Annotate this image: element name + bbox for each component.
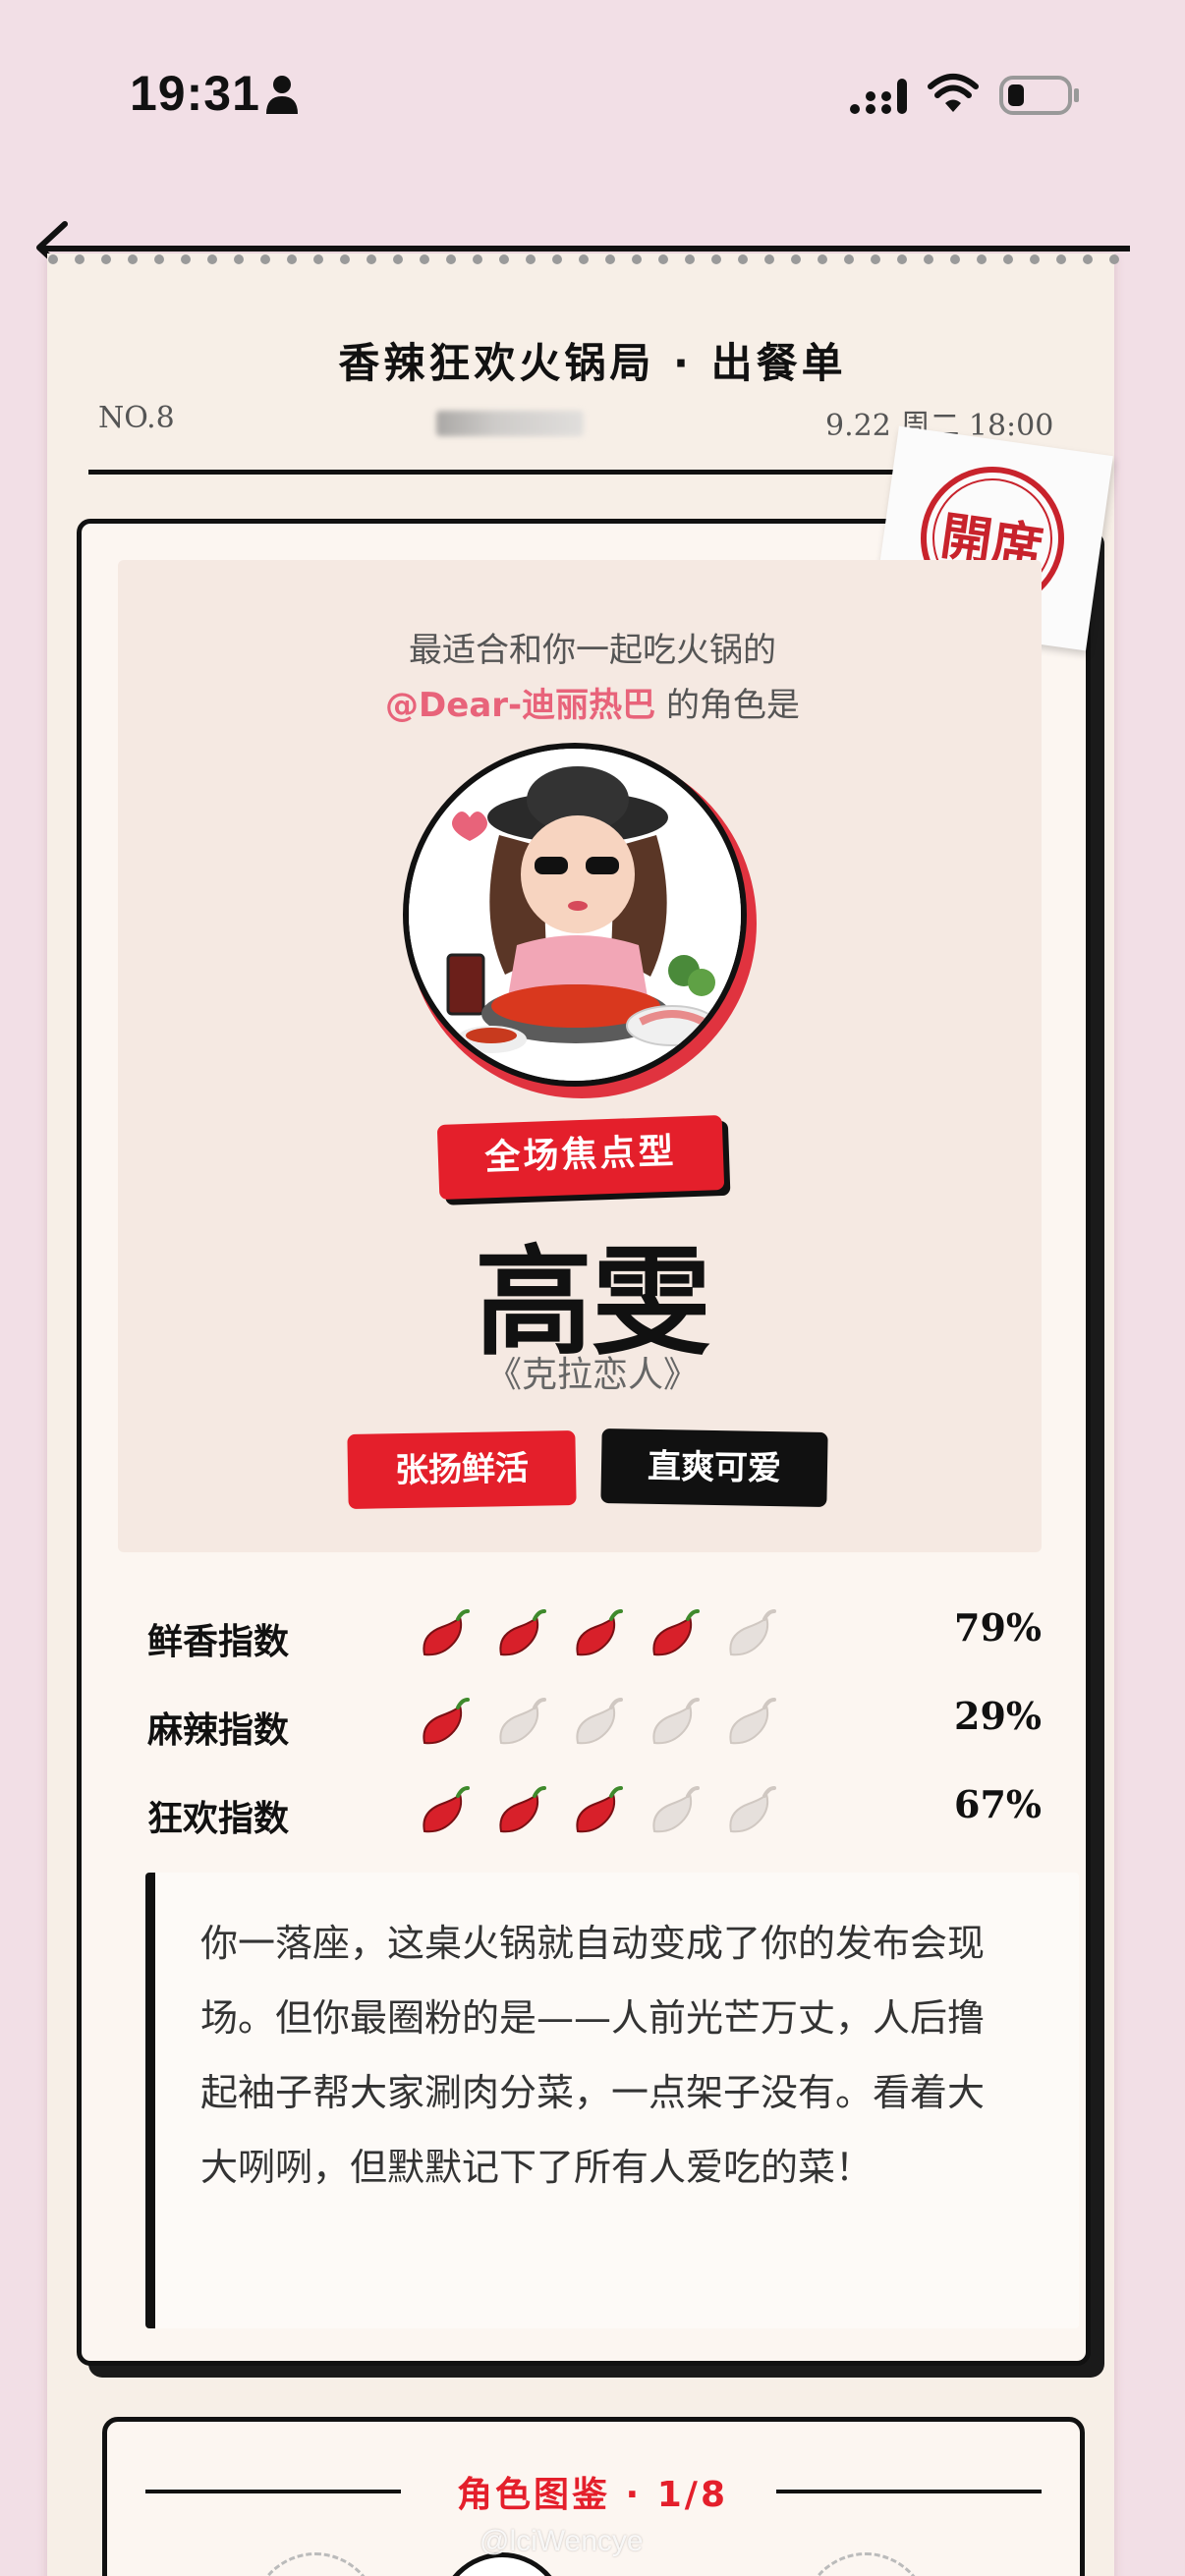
perforation-dot	[632, 254, 642, 264]
perforation-dot	[287, 254, 297, 264]
description-text: 你一落座，这桌火锅就自动变成了你的发布会现场。但你最圈粉的是——人前光芒万丈，人…	[200, 1922, 986, 2189]
perforation-dot	[393, 254, 403, 264]
wifi-icon	[928, 74, 979, 112]
perforation-dot	[1003, 254, 1013, 264]
order-number: NO.8	[98, 401, 175, 435]
status-time: 19:31	[130, 66, 260, 121]
perforation-dot	[181, 254, 191, 264]
perforation-dot	[499, 254, 509, 264]
chili-filled-icon	[423, 1698, 470, 1745]
rating-percent: 79%	[954, 1605, 1042, 1650]
receipt-perforation	[39, 246, 1130, 264]
perforation-dot	[446, 254, 456, 264]
intro-line-1: 最适合和你一起吃火锅的	[409, 631, 776, 670]
rating-label: 狂欢指数	[147, 1799, 290, 1839]
perforation-dot	[128, 254, 138, 264]
chili-empty-icon	[729, 1786, 776, 1833]
perforation-dot	[924, 254, 933, 264]
rating-percent: 29%	[954, 1694, 1042, 1738]
perforation-dot	[260, 254, 270, 264]
perforation-dot	[420, 254, 429, 264]
perforation-dot	[552, 254, 562, 264]
perforation-dot	[154, 254, 164, 264]
perforation-dot	[234, 254, 244, 264]
perforation-dot	[738, 254, 748, 264]
perforation-dot	[791, 254, 801, 264]
perforation-dot	[340, 254, 350, 264]
battery-icon	[999, 76, 1079, 115]
perforation-dot	[658, 254, 668, 264]
perforation-dot	[764, 254, 774, 264]
perforation-dot	[818, 254, 827, 264]
chili-empty-icon	[729, 1698, 776, 1745]
perforation-dot	[897, 254, 907, 264]
intro-line-2: @Dear-迪丽热巴 的角色是	[0, 678, 1185, 726]
perforation-dot	[711, 254, 721, 264]
rating-label: 麻辣指数	[147, 1710, 290, 1751]
chili-filled-icon	[576, 1786, 623, 1833]
user-handle[interactable]: @Dear-迪丽热巴	[385, 686, 655, 725]
watermark: @lciWencye	[480, 2525, 644, 2557]
rating-row-fresh: 鲜香指数 79%	[147, 1599, 1042, 1668]
perforation-dot	[950, 254, 960, 264]
chili-empty-icon	[576, 1698, 623, 1745]
perforation-dot	[871, 254, 880, 264]
character-illustration	[409, 749, 741, 1081]
perforation-dot	[1083, 254, 1093, 264]
perforation-dot	[526, 254, 536, 264]
perforation-dot	[367, 254, 376, 264]
role-source: 《克拉恋人》	[485, 1355, 699, 1395]
rating-percent: 67%	[954, 1782, 1042, 1826]
intro-line-2-suffix: 的角色是	[655, 686, 800, 725]
perforation-dot	[579, 254, 589, 264]
rating-label: 鲜香指数	[147, 1622, 290, 1662]
perforation-dot	[1030, 254, 1040, 264]
status-bar: 19:31	[0, 0, 1185, 196]
gallery-title: 角色图鉴 · 1/8	[457, 2475, 728, 2515]
perforation-dot	[48, 254, 58, 264]
trait-tag-2: 直爽可爱	[600, 1428, 828, 1508]
perforation-dot	[75, 254, 85, 264]
perforation-dot	[977, 254, 987, 264]
perforation-dot	[313, 254, 323, 264]
signal-icon	[850, 79, 907, 114]
perforation-dot	[473, 254, 482, 264]
perforation-dot	[101, 254, 111, 264]
rating-row-party: 狂欢指数 67%	[147, 1776, 1042, 1845]
perforation-dot	[207, 254, 217, 264]
trait-tag-1: 张扬鲜活	[347, 1429, 577, 1510]
rating-row-spicy: 麻辣指数 29%	[147, 1688, 1042, 1757]
perforation-dot	[1109, 254, 1119, 264]
perforation-dot	[605, 254, 615, 264]
blurred-customer-name	[436, 411, 584, 436]
chili-empty-icon	[652, 1786, 700, 1833]
chili-empty-icon	[729, 1609, 776, 1656]
perforation-dot	[1056, 254, 1066, 264]
chili-empty-icon	[652, 1698, 700, 1745]
chili-filled-icon	[423, 1786, 470, 1833]
chili-filled-icon	[576, 1609, 623, 1656]
perforation-dot	[685, 254, 695, 264]
character-avatar	[403, 743, 747, 1087]
person-icon	[266, 76, 298, 114]
chili-filled-icon	[652, 1609, 700, 1656]
chili-empty-icon	[499, 1698, 546, 1745]
perforation-dot	[844, 254, 854, 264]
receipt-title: 香辣狂欢火锅局 · 出餐单	[338, 339, 847, 387]
chili-filled-icon	[499, 1786, 546, 1833]
chili-filled-icon	[423, 1609, 470, 1656]
chili-filled-icon	[499, 1609, 546, 1656]
role-type-badge: 全场焦点型	[436, 1114, 725, 1201]
